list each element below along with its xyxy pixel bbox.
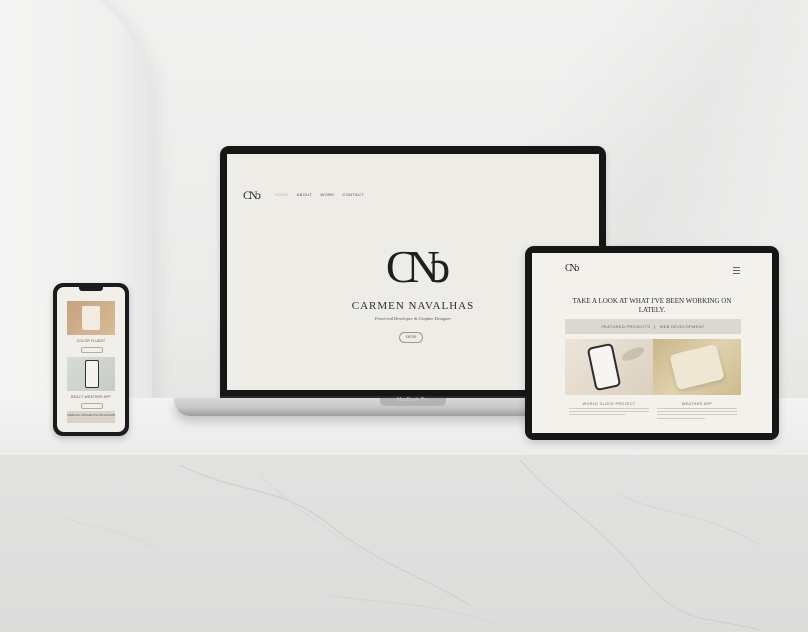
nav-about[interactable]: ABOUT bbox=[297, 192, 313, 197]
phone-illustration bbox=[586, 342, 622, 392]
leaf-shadow bbox=[620, 344, 646, 364]
site-nav: HOME ABOUT WORK CONTACT bbox=[275, 192, 364, 197]
tablet-logo[interactable]: CNↄ bbox=[565, 263, 579, 274]
product-mockup-scene: CNↄ HOME ABOUT WORK CONTACT CNↄ CARMEN N… bbox=[0, 0, 808, 632]
phone-project-button-1[interactable] bbox=[81, 347, 103, 353]
hamburger-menu-icon[interactable] bbox=[733, 267, 740, 274]
project-description-weather-app bbox=[657, 408, 737, 421]
tab-separator: | bbox=[654, 324, 656, 329]
marble-front-face bbox=[0, 455, 808, 632]
project-title-weather-app: WEATHER APP bbox=[681, 402, 713, 406]
project-title-world-clock: WORLD CLOCK PROJECT bbox=[582, 402, 636, 406]
tab-featured-projects[interactable]: FEATURED PROJECTS bbox=[601, 324, 650, 329]
tablet-frame: CNↄ TAKE A LOOK AT WHAT I'VE BEEN WORKIN… bbox=[525, 246, 779, 440]
tab-web-development[interactable]: WEB DEVELOPMENT bbox=[660, 324, 705, 329]
phone-project-title-2: REACT WEATHER APP bbox=[70, 395, 111, 399]
project-description-world-clock bbox=[569, 408, 649, 418]
nav-home[interactable]: HOME bbox=[275, 192, 289, 197]
site-logo[interactable]: CNↄ bbox=[243, 188, 261, 203]
phone-project-image-1[interactable] bbox=[67, 301, 115, 335]
project-image-weather-app[interactable] bbox=[653, 339, 741, 395]
enter-button[interactable]: ENTER bbox=[399, 332, 423, 343]
phone-project-image-2[interactable] bbox=[67, 357, 115, 391]
phone-notch bbox=[79, 287, 103, 291]
project-image-world-clock[interactable] bbox=[565, 339, 653, 395]
phone-project-button-2[interactable] bbox=[81, 403, 103, 409]
phone-github-banner[interactable]: VIEW ALL PROJECTS ON GITHUB bbox=[67, 411, 115, 423]
tablet-illustration bbox=[669, 343, 725, 391]
nav-work[interactable]: WORK bbox=[320, 192, 334, 197]
phone-frame: COLOR FLUENT REACT WEATHER APP VIEW ALL … bbox=[53, 283, 129, 436]
marble-veins bbox=[59, 459, 761, 631]
work-heading: TAKE A LOOK AT WHAT I'VE BEEN WORKING ON… bbox=[572, 297, 732, 314]
phone-website: COLOR FLUENT REACT WEATHER APP VIEW ALL … bbox=[57, 287, 125, 432]
tablet-website: CNↄ TAKE A LOOK AT WHAT I'VE BEEN WORKIN… bbox=[532, 253, 772, 433]
nav-contact[interactable]: CONTACT bbox=[342, 192, 364, 197]
phone-project-title-1: COLOR FLUENT bbox=[76, 339, 106, 343]
project-tabs: FEATURED PROJECTS | WEB DEVELOPMENT bbox=[565, 319, 741, 334]
